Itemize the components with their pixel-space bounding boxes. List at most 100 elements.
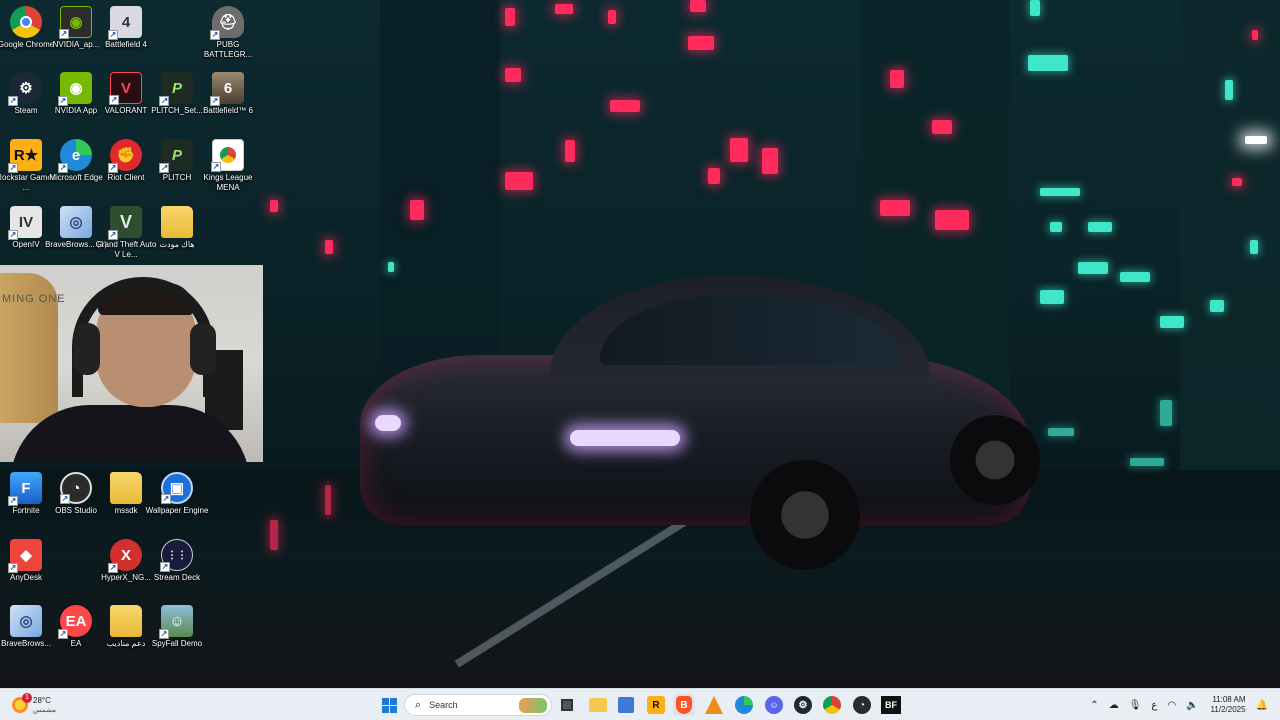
show-hidden-icons-chevron-icon[interactable]: ⌃ xyxy=(1090,700,1098,711)
system-tray: ⌃ ☁ 🎙 ع ◠ 🔈 11:08 AM 11/2/2025 🔔 xyxy=(1080,689,1268,720)
pubg-icon: ⛑ ↗ xyxy=(210,6,244,40)
kings-league-chrome-icon: ↗ xyxy=(211,139,244,172)
weather-badge: 1 xyxy=(22,693,32,703)
folder-icon xyxy=(161,206,193,238)
file-explorer-icon xyxy=(589,698,607,712)
anydesk-icon: ◆ ↗ xyxy=(8,539,42,573)
ea-icon: EA ↗ xyxy=(58,605,92,639)
riot-icon: ✊ ↗ xyxy=(108,139,142,173)
folder-icon xyxy=(110,605,142,637)
chrome-icon xyxy=(10,6,42,38)
microphone-icon[interactable]: 🎙 xyxy=(1129,700,1142,711)
obs-icon: ◔ ↗ xyxy=(60,472,92,504)
headphone-cup-right xyxy=(190,323,216,375)
desktop-icon-anydesk[interactable]: ◆ ↗ AnyDesk xyxy=(0,539,52,583)
wifi-icon[interactable]: ◠ xyxy=(1167,700,1176,711)
valorant-icon: V ↗ xyxy=(109,72,142,105)
taskbar-microsoft-store[interactable] xyxy=(615,694,637,716)
weather-temperature: 28°C xyxy=(33,695,51,705)
nvidia-app-icon: ◉ ↗ xyxy=(58,72,92,106)
desktop-icon-stream-deck[interactable]: ⋮⋮ ↗ Stream Deck xyxy=(151,539,203,583)
desktop-icon-battlefield-4[interactable]: 4 ↗ Battlefield 4 xyxy=(100,6,152,50)
search-placeholder: Search xyxy=(429,700,458,710)
taskbar-chrome[interactable] xyxy=(821,694,843,716)
edge-icon: e ↗ xyxy=(58,139,92,173)
brave-icon: B xyxy=(676,696,692,714)
clock-date: 11/2/2025 xyxy=(1210,705,1246,714)
taskbar-obs[interactable]: ◔ xyxy=(851,694,873,716)
taskbar: 1 28°C مشمس ⌕ Search R B ☺ ⚙ ◔ BF ⌃ ☁ 🎙 … xyxy=(0,688,1280,720)
notification-bell-icon[interactable]: 🔔 xyxy=(1256,700,1268,711)
weather-condition: مشمس xyxy=(33,706,56,714)
desktop-icon-label: Wallpaper Engine xyxy=(145,506,209,515)
taskbar-file-explorer[interactable] xyxy=(587,694,609,716)
microsoft-store-icon xyxy=(618,697,634,713)
folder-icon xyxy=(110,472,142,504)
taskbar-discord[interactable]: ☺ xyxy=(763,694,785,716)
taskbar-brave[interactable]: B xyxy=(673,694,695,716)
desktop-icon-label: PUBG BATTLEGR... xyxy=(203,40,253,59)
desktop-icon-gta-v[interactable]: V ↗ Grand Theft Auto V Le... xyxy=(96,206,156,260)
obs-taskbar-icon: ◔ xyxy=(853,696,871,714)
battlefield4-icon: 4 ↗ xyxy=(108,6,142,40)
weather-sun-icon: 1 xyxy=(12,693,32,713)
input-language-indicator[interactable]: ع xyxy=(1151,700,1157,711)
headphone-cup-left xyxy=(74,323,100,375)
search-highlight-icon xyxy=(519,698,547,713)
rockstar-taskbar-icon: R xyxy=(647,696,665,714)
desktop-icon-label: هاك مودت xyxy=(159,240,195,249)
onedrive-cloud-icon[interactable]: ☁ xyxy=(1109,700,1119,711)
taskbar-vlc[interactable] xyxy=(703,694,725,716)
spyfall-icon: ☺ ↗ xyxy=(159,605,193,639)
door-sign-text: MING ONE xyxy=(2,293,66,305)
battlefield6-icon: 6 ↗ xyxy=(210,72,244,106)
plitch-icon: P ↗ xyxy=(159,139,193,173)
chrome-taskbar-icon xyxy=(823,696,841,714)
taskbar-steam[interactable]: ⚙ xyxy=(792,694,814,716)
clock[interactable]: 11:08 AM 11/2/2025 xyxy=(1211,695,1246,715)
desktop-icon-spyfall-demo[interactable]: ☺ ↗ SpyFall Demo xyxy=(151,605,203,649)
desktop-icon-folder-hack[interactable]: هاك مودت xyxy=(151,206,203,250)
taskbar-search[interactable]: ⌕ Search xyxy=(404,694,552,716)
desktop-icon-pubg[interactable]: ⛑ ↗ PUBG BATTLEGR... xyxy=(202,6,254,60)
desktop-icon-battlefield-6[interactable]: 6 ↗ Battlefield™ 6 xyxy=(202,72,254,116)
taskbar-bf[interactable]: BF xyxy=(880,694,902,716)
nvidia-icon: ◉ ↗ xyxy=(59,6,92,39)
desktop-icon-label: Battlefield™ 6 xyxy=(203,106,253,115)
desktop-icon-label: Kings League MENA xyxy=(203,173,253,192)
car xyxy=(350,275,1040,575)
discord-icon: ☺ xyxy=(765,696,783,714)
edge-taskbar-icon xyxy=(735,696,753,714)
desktop-icon-label: AnyDesk xyxy=(9,573,42,582)
desktop-icon-label: SpyFall Demo xyxy=(151,639,203,648)
webcam-overlay: MING ONE xyxy=(0,265,263,462)
task-view-button[interactable] xyxy=(556,694,578,716)
wallpaper-engine-icon: ▣ ↗ xyxy=(161,472,193,504)
task-view-icon xyxy=(561,699,573,711)
fortnite-icon: F ↗ xyxy=(8,472,42,506)
windows-logo-icon xyxy=(381,697,397,713)
weather-widget[interactable]: 1 28°C مشمس xyxy=(12,693,56,717)
steam-icon: ⚙ ↗ xyxy=(8,72,42,106)
taskbar-rockstar[interactable]: R xyxy=(645,694,667,716)
desktop-icon-rockstar[interactable]: R★ ↗ Rockstar Games ... xyxy=(0,139,56,193)
hyperx-icon: X ↗ xyxy=(108,539,142,573)
rockstar-icon: R★ ↗ xyxy=(8,139,42,173)
steam-taskbar-icon: ⚙ xyxy=(794,696,812,714)
openiv-icon: IV ↗ xyxy=(8,206,42,240)
search-icon: ⌕ xyxy=(415,698,422,711)
stream-deck-icon: ⋮⋮ ↗ xyxy=(160,539,193,572)
desktop-icon-wallpaper-engine[interactable]: ▣ ↗ Wallpaper Engine xyxy=(146,472,208,516)
desktop-icon-label: Battlefield 4 xyxy=(105,40,147,49)
installer-disc-icon: ◎ xyxy=(10,605,42,637)
taskbar-edge[interactable] xyxy=(733,694,755,716)
volume-icon[interactable]: 🔈 xyxy=(1186,700,1198,711)
plitch-setup-icon: P ↗ xyxy=(159,72,193,106)
start-button[interactable] xyxy=(378,694,400,716)
desktop-icon-label: Stream Deck xyxy=(153,573,201,582)
clock-time: 11:08 AM xyxy=(1212,695,1246,704)
installer-disc-icon: ◎ xyxy=(60,206,92,238)
desktop-icon-kings-league[interactable]: ↗ Kings League MENA xyxy=(202,139,254,193)
bf-taskbar-icon: BF xyxy=(881,696,901,714)
vlc-icon xyxy=(705,696,723,714)
